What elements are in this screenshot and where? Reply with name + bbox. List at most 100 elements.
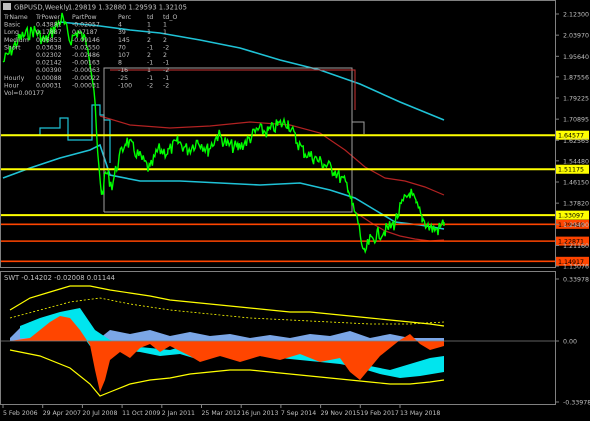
sub-window-axis: 0.33978 0.00 -0.33978 [555,277,590,407]
table-cell: 0.06853 [36,37,62,44]
sub-window-indicator: SWT -0.14202 -0.02008 0.01144 [1,274,555,397]
table-cell: Long [4,29,19,36]
table-cell: -100 [118,82,132,89]
table-cell: Hourly [4,75,25,82]
table-cell: -2 [163,44,169,51]
chart-canvas[interactable]: 1.645771.511751.330971.294881.228711.149… [0,0,590,421]
table-cell: 1 [147,67,151,74]
table-cell: 0.17887 [36,29,62,36]
table-cell: 8 [118,60,122,67]
time-tick-label: 20 Jul 2008 [82,410,117,417]
time-tick-label: 5 Feb 2006 [3,410,38,417]
histogram-orange-area [10,316,444,392]
table-cell: -0.00063 [72,67,100,74]
table-cell: -1 [163,75,169,82]
table-cell: -1 [163,60,169,67]
moving-averages [2,21,445,242]
time-tick-label: 25 Mar 2012 [202,410,241,417]
table-cell: 0.00088 [36,75,62,82]
table-cell: -1 [147,60,153,67]
price-tick-label: 1.70895 [563,117,589,124]
ma-aqua-line [2,143,445,230]
table-cell: 1 [163,22,167,29]
table-cell: Medium [4,37,29,44]
table-cell: Basic [4,22,21,29]
time-tick-label: 2 Jan 2011 [162,410,195,417]
time-tick-label: 29 Nov 2015 [321,410,361,417]
table-cell: 4 [118,22,122,29]
table-cell: 0.43881 [36,22,62,29]
table-cell: 39 [118,29,126,36]
table-cell: 1 [147,22,151,29]
table-cell: 1 [163,29,167,36]
ma-red-upper [99,115,445,196]
price-level-label: 1.51175 [558,167,584,174]
price-tick-label: 1.54480 [563,158,589,165]
table-cell: -0.02057 [72,22,100,29]
price-axis: 2.12300 2.03970 1.95640 1.87556 1.79225 1.708… [555,12,589,271]
time-tick-label: 16 Jun 2013 [241,410,278,417]
price-tick-label: 1.29490 [563,222,589,229]
table-header-cell: td_O [163,14,177,21]
table-cell: 2 [147,52,151,59]
chart-ohlc: 1.29819 1.32880 1.29593 1.32105 [68,4,187,12]
table-cell: 1 [147,29,151,36]
sub-window-title: SWT -0.14202 -0.02008 0.01144 [4,274,115,282]
time-tick-label: 13 May 2018 [400,410,440,417]
table-header-cell: PartPow [72,14,97,21]
table-cell: 0.00031 [36,82,62,89]
table-cell: -0.00022 [72,75,100,82]
trading-chart-window[interactable]: 1.64577 1.51175 1.33097 1.29488 1.22871 1.149… [0,0,590,421]
table-cell: 70 [118,44,126,51]
price-tick-label: 1.87556 [563,74,589,81]
price-tick-label: 2.03970 [563,33,589,40]
price-tick-label: 1.37820 [563,201,589,208]
table-cell: 0.00390 [36,67,62,74]
price-level-label: 1.33097 [558,213,584,220]
time-tick-label: 29 Apr 2007 [43,410,81,417]
table-header-cell: Perc [118,14,132,21]
box-gray-step [352,121,365,134]
table-footer-volatility: Vol=0.00177 [4,90,44,97]
table-header-cell: td [147,14,153,21]
table-cell: 2 [163,52,167,59]
table-header-cell: TrPower [35,14,61,21]
ma-aqua-step [3,104,111,163]
table-cell: -16 [118,67,128,74]
table-cell: 0.02302 [36,52,62,59]
price-tick-label: 1.62565 [563,138,589,145]
price-tick-label: 1.79225 [563,96,589,103]
price-tick-label: 1.95640 [563,54,589,61]
table-cell: -0.00031 [72,82,100,89]
table-cell: -2 [163,67,169,74]
time-tick-label: 7 Sep 2014 [281,410,316,417]
table-cell: -1 [147,75,153,82]
price-tick-label: 1.46150 [563,180,589,187]
table-cell: 2 [147,37,151,44]
table-cell: 0.07187 [72,29,98,36]
symbol-icon [3,3,11,10]
sub-tick-label: 0.00 [563,339,577,346]
table-cell: Hour [4,82,19,89]
price-tick-label: 2.12300 [563,12,589,19]
chart-header: GBPUSD,Weekly 1.29819 1.32880 1.29593 1.… [3,3,187,12]
price-tick-label: 1.21160 [563,243,589,250]
table-cell: 107 [118,52,130,59]
time-tick-label: 19 Feb 2017 [360,410,399,417]
sub-tick-label: 0.33978 [563,277,589,284]
table-cell: 0.03638 [36,44,62,51]
table-cell: -0.09146 [72,37,100,44]
table-cell: -0.02486 [72,52,100,59]
table-cell: Short [4,44,21,51]
table-cell: -1 [147,44,153,51]
indicator-table: TrName TrPower PartPow Perc td td_O Basic 0.438… [3,14,177,97]
sub-tick-label: -0.33978 [563,400,590,407]
table-cell: -25 [118,75,128,82]
table-cell: -0.02550 [72,44,100,51]
table-cell: -2 [147,82,153,89]
table-cell: -2 [163,82,169,89]
chart-symbol-title: GBPUSD,Weekly [14,4,69,12]
table-cell: -0.00163 [72,60,100,67]
table-cell: 145 [118,37,130,44]
price-tick-label: 1.13076 [563,264,589,271]
